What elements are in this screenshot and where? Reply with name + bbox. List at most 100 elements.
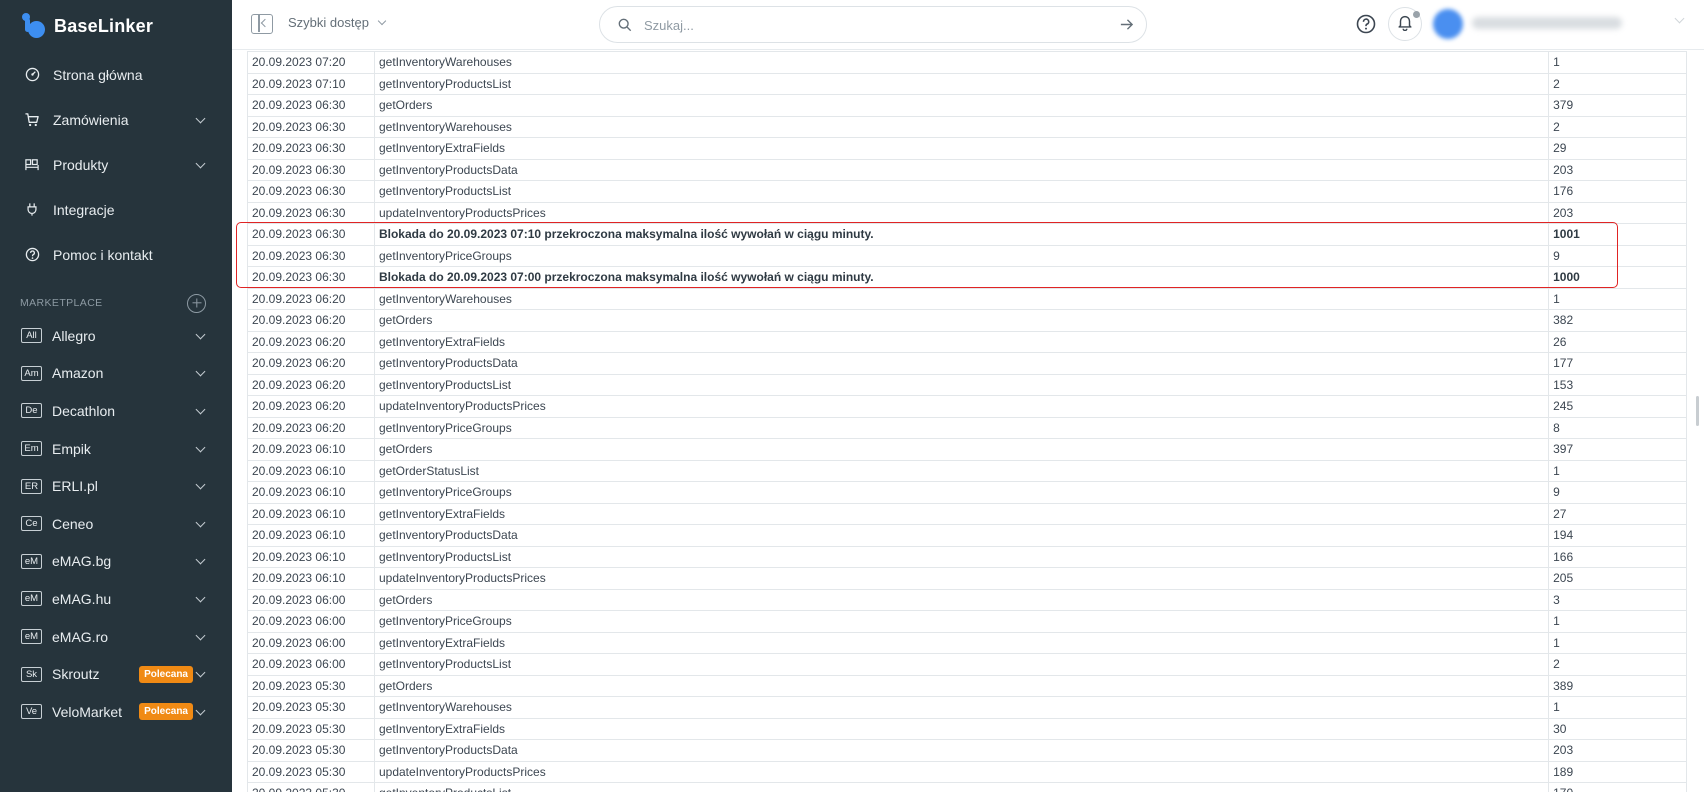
app-name: BaseLinker <box>54 15 154 36</box>
marketplace-header: MARKETPLACE <box>20 292 206 314</box>
chevron-down-icon <box>195 592 206 603</box>
table-row: 20.09.2023 07:20 getInventoryWarehouses 1 <box>247 51 1687 74</box>
table-row: 20.09.2023 06:00 getInventoryProductsList… <box>247 653 1687 676</box>
table-row: 20.09.2023 06:20 getInventoryExtraFields 2… <box>247 330 1687 353</box>
nav-item-label: Zamówienia <box>53 111 129 128</box>
chevron-down-icon <box>195 705 206 716</box>
table-row: 20.09.2023 06:30 getInventoryPriceGroups 9 <box>247 244 1687 267</box>
marketplace-item-emag-ro[interactable]: eM eMAG.ro <box>0 618 232 656</box>
log-method-cell: getOrders <box>373 309 1550 332</box>
log-method-cell: getInventoryExtraFields <box>373 330 1550 353</box>
log-method-cell: getInventoryExtraFields <box>373 631 1550 654</box>
log-count-cell: 166 <box>1548 545 1687 568</box>
log-method-cell: updateInventoryProductsPrices <box>373 201 1550 224</box>
quick-access-dropdown[interactable]: Szybki dostęp <box>288 15 387 30</box>
user-name-redacted[interactable] <box>1472 17 1622 29</box>
marketplace-abbr-icon: De <box>21 403 42 419</box>
add-marketplace-icon[interactable] <box>187 293 206 313</box>
nav-item-orders[interactable]: Zamówienia <box>0 97 232 142</box>
log-count-cell: 30 <box>1548 717 1687 740</box>
log-count-cell: 189 <box>1548 760 1687 783</box>
marketplace-item-empik[interactable]: Em Empik <box>0 430 232 468</box>
log-method-cell: getInventoryProductsData <box>373 524 1550 547</box>
sidebar: BaseLinker Strona główna Zamówienia Prod… <box>0 0 232 792</box>
log-count-cell: 1 <box>1548 610 1687 633</box>
chevron-down-icon <box>195 366 206 377</box>
sidebar-toggle-icon[interactable] <box>251 14 273 34</box>
marketplace-item-erli[interactable]: ER ERLI.pl <box>0 467 232 505</box>
log-method-cell: getOrders <box>373 588 1550 611</box>
marketplace-item-skroutz[interactable]: Sk Skroutz Polecana <box>0 655 232 693</box>
marketplace-item-velomarket[interactable]: Ve VeloMarket Polecana <box>0 693 232 731</box>
chevron-down-icon <box>195 479 206 490</box>
marketplace-item-amazon[interactable]: Am Amazon <box>0 355 232 393</box>
log-time-cell: 20.09.2023 06:00 <box>247 631 375 654</box>
arrow-right-icon[interactable] <box>1119 17 1134 37</box>
main-nav: Strona główna Zamówienia Produkty Integr… <box>0 52 232 277</box>
table-row: 20.09.2023 06:10 getInventoryExtraFields 2… <box>247 502 1687 525</box>
table-row: 20.09.2023 06:30 getInventoryProductsList… <box>247 180 1687 203</box>
log-count-cell: 203 <box>1548 201 1687 224</box>
log-time-cell: 20.09.2023 05:30 <box>247 674 375 697</box>
logo[interactable]: BaseLinker <box>22 10 153 42</box>
log-time-cell: 20.09.2023 06:00 <box>247 610 375 633</box>
marketplace-label: Skroutz <box>52 666 100 683</box>
nav-item-home[interactable]: Strona główna <box>0 52 232 97</box>
log-time-cell: 20.09.2023 06:10 <box>247 459 375 482</box>
log-method-cell: updateInventoryProductsPrices <box>373 395 1550 418</box>
log-method-cell: getInventoryProductsList <box>373 72 1550 95</box>
log-method-cell: getInventoryProductsList <box>373 373 1550 396</box>
table-row: 20.09.2023 06:30 Blokada do 20.09.2023 07… <box>247 266 1687 289</box>
log-time-cell: 20.09.2023 05:30 <box>247 717 375 740</box>
table-row: 20.09.2023 06:30 Blokada do 20.09.2023 07… <box>247 223 1687 246</box>
nav-item-integrations[interactable]: Integracje <box>0 187 232 232</box>
chevron-down-icon <box>377 16 387 26</box>
log-count-cell: 194 <box>1548 524 1687 547</box>
table-row: 20.09.2023 05:30getInventoryProductsList… <box>247 782 1687 792</box>
quick-access-label: Szybki dostęp <box>288 15 369 30</box>
chevron-down-icon[interactable] <box>1674 13 1685 24</box>
log-method-cell: getInventoryPriceGroups <box>373 481 1550 504</box>
notification-dot <box>1413 11 1420 18</box>
marketplace-item-decathlon[interactable]: De Decathlon <box>0 392 232 430</box>
api-log-panel: 20.09.2023 07:20 getInventoryWarehouses 1 2… <box>232 51 1704 792</box>
marketplace-item-emag-bg[interactable]: eM eMAG.bg <box>0 543 232 581</box>
chevron-down-icon <box>195 667 206 678</box>
marketplace-label: eMAG.ro <box>52 628 109 645</box>
marketplace-item-emag-hu[interactable]: eM eMAG.hu <box>0 580 232 618</box>
api-log-body: 20.09.2023 07:20 getInventoryWarehouses 1 2… <box>247 51 1687 792</box>
log-time-cell: 20.09.2023 06:30 <box>247 244 375 267</box>
avatar[interactable] <box>1433 9 1463 39</box>
help-icon[interactable] <box>1356 14 1376 39</box>
log-count-cell: 26 <box>1548 330 1687 353</box>
log-time-cell: 20.09.2023 06:20 <box>247 309 375 332</box>
log-count-cell: 9 <box>1548 481 1687 504</box>
nav-item-label: Pomoc i kontakt <box>53 246 153 263</box>
log-time-cell: 20.09.2023 06:20 <box>247 416 375 439</box>
log-time-cell: 20.09.2023 06:10 <box>247 545 375 568</box>
search-input[interactable] <box>644 15 1104 35</box>
notifications-button[interactable] <box>1388 7 1422 41</box>
marketplace-label: Ceneo <box>52 515 94 532</box>
nav-item-label: Strona główna <box>53 66 143 83</box>
table-row: 20.09.2023 06:10 getOrderStatusList 1 <box>247 459 1687 482</box>
marketplace-item-ceneo[interactable]: Ce Ceneo <box>0 505 232 543</box>
nav-item-products[interactable]: Produkty <box>0 142 232 187</box>
table-row: 20.09.2023 05:30 getInventoryProductsData… <box>247 739 1687 762</box>
log-method-cell: getInventoryWarehouses <box>373 115 1550 138</box>
marketplace-label: Amazon <box>52 365 104 382</box>
chevron-down-icon <box>195 113 206 123</box>
nav-item-help[interactable]: Pomoc i kontakt <box>0 232 232 277</box>
log-time-cell: 20.09.2023 06:00 <box>247 653 375 676</box>
log-method-cell: getInventoryExtraFields <box>373 502 1550 525</box>
table-row: 20.09.2023 06:20 getInventoryWarehouses 1 <box>247 287 1687 310</box>
marketplace-item-allegro[interactable]: All Allegro <box>0 317 232 355</box>
scrollbar[interactable] <box>1696 396 1699 426</box>
log-method-cell: getInventoryProductsList <box>373 653 1550 676</box>
log-method-cell: getInventoryProductsList <box>373 180 1550 203</box>
log-count-cell: 2 <box>1548 115 1687 138</box>
table-row: 20.09.2023 06:00 getInventoryPriceGroups 1 <box>247 610 1687 633</box>
table-row: 20.09.2023 06:00 getOrders 3 <box>247 588 1687 611</box>
table-row: 20.09.2023 05:30 updateInventoryProductsP… <box>247 760 1687 783</box>
nav-item-label: Integracje <box>53 201 115 218</box>
